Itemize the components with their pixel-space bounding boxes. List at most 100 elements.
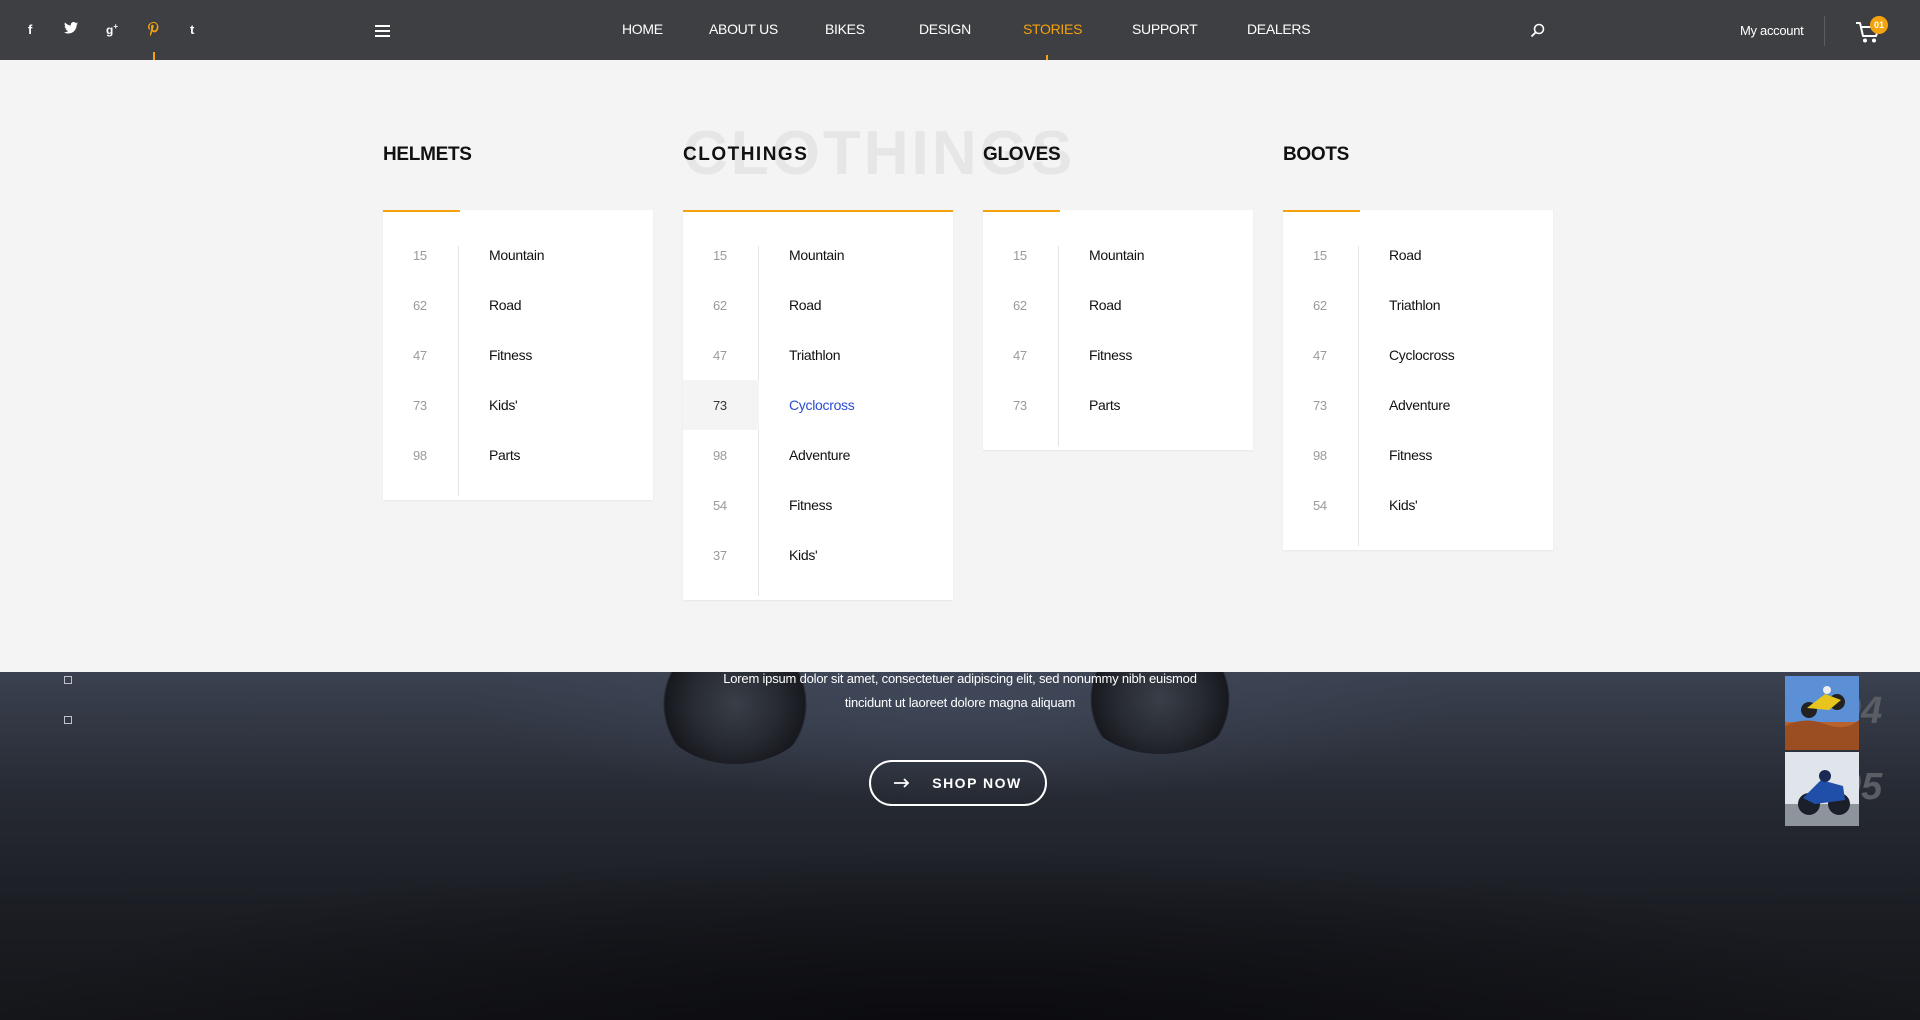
item-count: 98 <box>713 447 727 463</box>
menu-item[interactable]: 98 Parts <box>383 430 653 480</box>
menu-item-highlighted[interactable]: 73 Cyclocross <box>683 380 953 430</box>
nav-bikes[interactable]: BIKES <box>825 21 865 37</box>
nav-dealers[interactable]: DEALERS <box>1247 21 1311 37</box>
arrow-right-icon <box>894 775 910 791</box>
tumblr-icon[interactable]: t <box>190 22 194 37</box>
menu-item[interactable]: 15 Mountain <box>683 230 953 280</box>
menu-item[interactable]: 73 Parts <box>983 380 1253 430</box>
hero-background <box>0 644 1920 1020</box>
item-label: Mountain <box>489 247 545 263</box>
item-count: 62 <box>713 297 727 313</box>
item-count: 47 <box>1313 347 1327 363</box>
item-label: Triathlon <box>1389 297 1441 313</box>
menu-item[interactable]: 47 Fitness <box>983 330 1253 380</box>
item-label: Cyclocross <box>1389 347 1455 363</box>
menu-item[interactable]: 47 Triathlon <box>683 330 953 380</box>
item-count: 47 <box>1013 347 1027 363</box>
card-accent-line <box>383 210 460 212</box>
menu-item[interactable]: 98 Fitness <box>1283 430 1553 480</box>
item-count: 98 <box>1313 447 1327 463</box>
item-label: Parts <box>489 447 521 463</box>
item-count: 15 <box>1313 247 1327 263</box>
search-icon[interactable] <box>1530 23 1545 43</box>
item-label: Road <box>489 297 522 313</box>
item-label: Mountain <box>1089 247 1145 263</box>
gloves-card: 15 Mountain 62 Road 47 Fitness 73 Parts <box>983 210 1253 450</box>
boots-card: 15 Road 62 Triathlon 47 Cyclocross 73 Advent… <box>1283 210 1553 550</box>
nav-home[interactable]: HOME <box>622 21 663 37</box>
helmets-card: 15 Mountain 62 Road 47 Fitness 73 Kids' 98 Pa… <box>383 210 653 500</box>
menu-item[interactable]: 54 Fitness <box>683 480 953 530</box>
clothings-card: 15 Mountain 62 Road 47 Triathlon 73 Cyclocro… <box>683 210 953 600</box>
item-count: 62 <box>1313 297 1327 313</box>
menu-item[interactable]: 47 Fitness <box>383 330 653 380</box>
item-label: Triathlon <box>789 347 841 363</box>
item-label: Mountain <box>789 247 845 263</box>
facebook-icon[interactable]: f <box>28 22 32 37</box>
item-count: 15 <box>1013 247 1027 263</box>
menu-item[interactable]: 15 Mountain <box>983 230 1253 280</box>
item-label: Kids' <box>789 547 818 563</box>
top-navigation-bar: f g+ t HOME ABOUT US BIKES DESIGN STORIE… <box>0 0 1920 69</box>
pinterest-icon[interactable] <box>148 22 159 39</box>
twitter-icon[interactable] <box>64 22 78 37</box>
item-count: 98 <box>413 447 427 463</box>
item-label: Fitness <box>1089 347 1133 363</box>
menu-item[interactable]: 62 Road <box>383 280 653 330</box>
column-title-gloves: GLOVES <box>983 144 1061 165</box>
column-title-boots: BOOTS <box>1283 144 1350 165</box>
hamburger-menu-icon[interactable] <box>375 25 390 40</box>
hero-description-line-2: tincidunt ut laoreet dolore magna aliqua… <box>844 695 1076 710</box>
active-social-indicator <box>153 52 155 60</box>
item-count: 62 <box>413 297 427 313</box>
item-count: 47 <box>413 347 427 363</box>
menu-item[interactable]: 47 Cyclocross <box>1283 330 1553 380</box>
item-label: Adventure <box>789 447 851 463</box>
shop-now-button[interactable]: SHOP NOW <box>869 760 1047 806</box>
item-label: Fitness <box>489 347 533 363</box>
item-label: Road <box>1089 297 1122 313</box>
shop-now-label: SHOP NOW <box>932 775 1022 791</box>
slider-dot-2[interactable] <box>64 716 72 724</box>
menu-item[interactable]: 54 Kids' <box>1283 480 1553 530</box>
google-plus-icon[interactable]: g+ <box>106 22 118 37</box>
slider-dot-1[interactable] <box>64 676 72 684</box>
nav-about-us[interactable]: ABOUT US <box>709 21 778 37</box>
column-title-clothings: CLOTHINGS <box>683 144 809 165</box>
card-accent-line <box>1283 210 1360 212</box>
menu-item[interactable]: 73 Adventure <box>1283 380 1553 430</box>
slide-thumbnail-04[interactable] <box>1785 676 1859 750</box>
item-count: 37 <box>713 547 727 563</box>
item-count: 73 <box>1313 397 1327 413</box>
item-label: Fitness <box>789 497 833 513</box>
item-count: 15 <box>713 247 727 263</box>
nav-support[interactable]: SUPPORT <box>1132 21 1198 37</box>
my-account-link[interactable]: My account <box>1740 23 1804 38</box>
item-label: Kids' <box>489 397 518 413</box>
item-count: 15 <box>413 247 427 263</box>
cart-count-badge: 01 <box>1870 16 1888 34</box>
menu-item[interactable]: 15 Mountain <box>383 230 653 280</box>
item-count: 73 <box>413 397 427 413</box>
card-accent-line <box>683 210 953 212</box>
menu-item[interactable]: 62 Road <box>983 280 1253 330</box>
menu-item[interactable]: 62 Road <box>683 280 953 330</box>
menu-item[interactable]: 37 Kids' <box>683 530 953 580</box>
menu-item[interactable]: 98 Adventure <box>683 430 953 480</box>
hero-description-line-1: Lorem ipsum dolor sit amet, consectetuer… <box>723 671 1197 686</box>
item-label: Road <box>1389 247 1422 263</box>
item-count: 73 <box>1013 397 1027 413</box>
item-count: 54 <box>713 497 727 513</box>
item-label: Kids' <box>1389 497 1418 513</box>
nav-stories[interactable]: STORIES <box>1023 21 1082 37</box>
menu-item[interactable]: 62 Triathlon <box>1283 280 1553 330</box>
item-label: Cyclocross <box>789 397 855 413</box>
slide-thumbnail-05[interactable] <box>1785 752 1859 826</box>
item-count: 62 <box>1013 297 1027 313</box>
menu-item[interactable]: 15 Road <box>1283 230 1553 280</box>
item-label: Adventure <box>1389 397 1451 413</box>
nav-design[interactable]: DESIGN <box>919 21 971 37</box>
item-count: 47 <box>713 347 727 363</box>
menu-item[interactable]: 73 Kids' <box>383 380 653 430</box>
item-label: Road <box>789 297 822 313</box>
